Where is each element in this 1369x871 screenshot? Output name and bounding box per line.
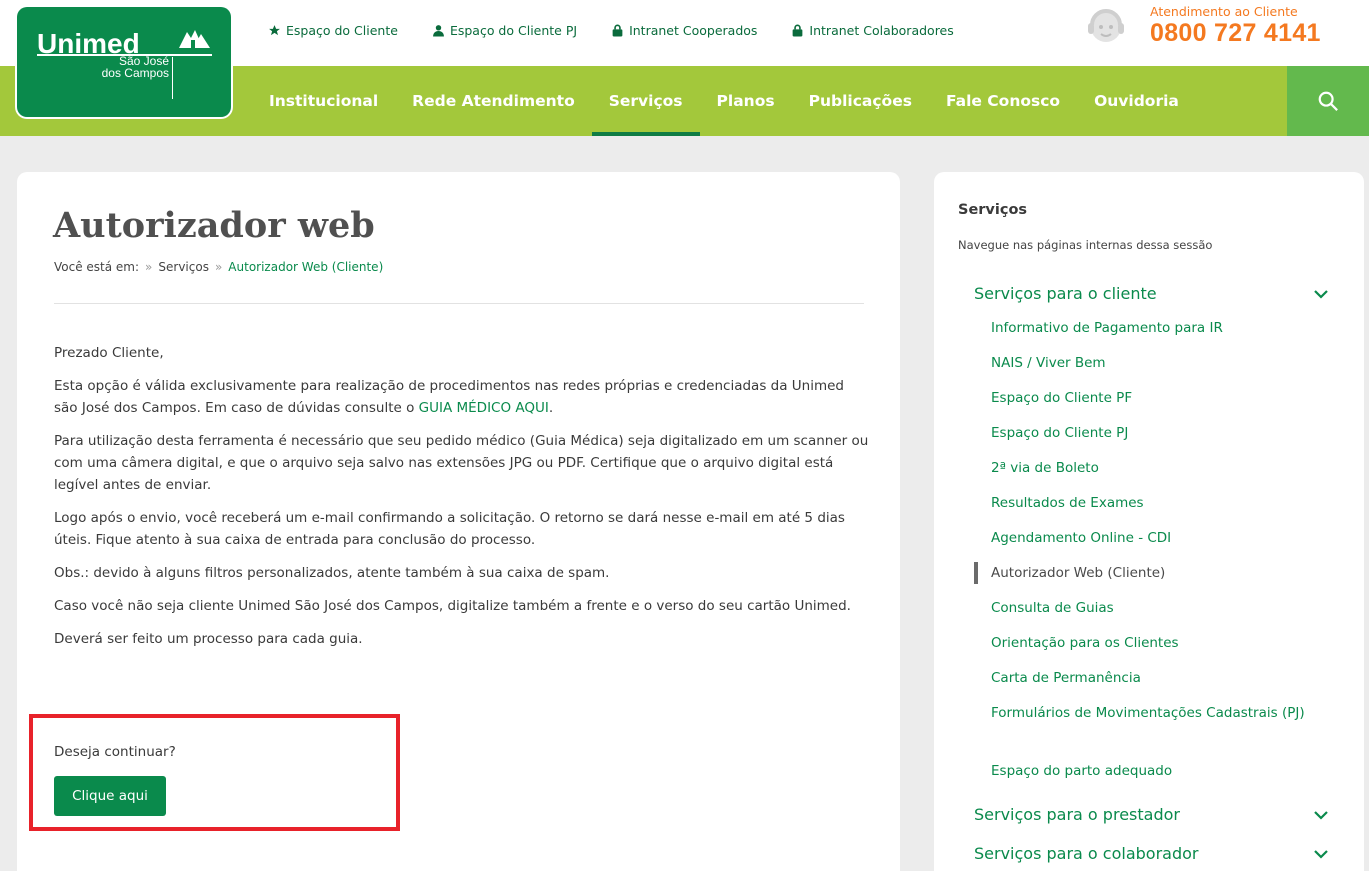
sidebar-item-2via-boleto[interactable]: 2ª via de Boleto [974, 457, 1314, 479]
greeting-paragraph: Prezado Cliente, [54, 345, 164, 361]
spam-note-paragraph: Obs.: devido à alguns filtros personaliz… [54, 565, 610, 581]
toplink-espaco-cliente[interactable]: Espaço do Cliente [268, 23, 398, 38]
validity-end: . [548, 400, 554, 416]
one-process-paragraph: Deverá ser feito um processo para cada g… [54, 631, 363, 647]
section-label: Serviços para o colaborador [974, 844, 1199, 863]
nav-rede-atendimento[interactable]: Rede Atendimento [395, 66, 592, 136]
support-agent-icon [1088, 9, 1124, 42]
nav-publicacoes[interactable]: Publicações [792, 66, 929, 136]
page-title: Autorizador web [53, 205, 375, 246]
toplink-espaco-cliente-pj[interactable]: Espaço do Cliente PJ [432, 23, 577, 38]
logo-subtitle: São José dos Campos [37, 55, 169, 79]
chevron-down-icon [1314, 810, 1328, 820]
sidebar-item-orientacao-clientes[interactable]: Orientação para os Clientes [974, 632, 1314, 654]
sidebar-item-formularios-pj[interactable]: Formulários de Movimentações Cadastrais … [974, 702, 1314, 724]
logo-separator [172, 57, 173, 99]
sidebar-item-autorizador-web[interactable]: Autorizador Web (Cliente) [974, 562, 1314, 584]
nav-ouvidoria[interactable]: Ouvidoria [1077, 66, 1196, 136]
lock-icon [612, 24, 623, 37]
main-content-card: Autorizador web Você está em: » Serviços… [17, 172, 900, 871]
toplink-intranet-colaboradores[interactable]: Intranet Colaboradores [791, 23, 954, 38]
sidebar-item-agendamento-cdi[interactable]: Agendamento Online - CDI [974, 527, 1314, 549]
toplink-label: Intranet Cooperados [629, 23, 758, 38]
chevron-down-icon [1314, 289, 1328, 299]
breadcrumb-item-current[interactable]: Autorizador Web (Cliente) [228, 260, 383, 274]
validity-paragraph: Esta opção é válida exclusivamente para … [54, 375, 869, 419]
non-client-paragraph: Caso você não seja cliente Unimed São Jo… [54, 598, 851, 614]
toplink-label: Intranet Colaboradores [809, 23, 954, 38]
customer-support[interactable]: Atendimento ao Cliente 0800 727 4141 [1084, 0, 1369, 66]
logo-subtitle-line2: dos Campos [101, 66, 169, 80]
instructions-paragraph: Para utilização desta ferramenta é neces… [54, 433, 869, 493]
sidebar-item-espaco-cliente-pj[interactable]: Espaço do Cliente PJ [974, 422, 1314, 444]
section-label: Serviços para o prestador [974, 805, 1180, 824]
sidebar-item-espaco-cliente-pf[interactable]: Espaço do Cliente PF [974, 387, 1314, 409]
continue-question: Deseja continuar? [54, 744, 176, 760]
nav-institucional[interactable]: Institucional [252, 66, 395, 136]
nav-fale-conosco[interactable]: Fale Conosco [929, 66, 1077, 136]
user-icon [433, 25, 444, 37]
search-icon [1318, 91, 1338, 111]
sidebar-item-consulta-guias[interactable]: Consulta de Guias [974, 597, 1314, 619]
sidebar-item-nais-viver-bem[interactable]: NAIS / Viver Bem [974, 352, 1314, 374]
toplink-label: Espaço do Cliente [286, 23, 398, 38]
star-icon [269, 25, 280, 36]
toplink-label: Espaço do Cliente PJ [449, 23, 578, 38]
support-label: Atendimento ao Cliente [1150, 4, 1298, 19]
breadcrumb-separator: » [214, 260, 223, 274]
page-content: Prezado Cliente, Esta opção é válida exc… [54, 342, 869, 661]
top-links: Espaço do Cliente Espaço do Cliente PJ I… [268, 23, 954, 38]
search-button[interactable] [1287, 66, 1369, 136]
breadcrumb-item-servicos[interactable]: Serviços [158, 260, 209, 274]
nav-items: Institucional Rede Atendimento Serviços … [252, 66, 1196, 136]
sidebar-item-resultados-exames[interactable]: Resultados de Exames [974, 492, 1314, 514]
lock-icon [793, 24, 803, 37]
support-phone[interactable]: 0800 727 4141 [1150, 19, 1321, 48]
sidebar-card: Serviços Navegue nas páginas internas de… [934, 172, 1364, 871]
email-paragraph: Logo após o envio, você receberá um e-ma… [54, 510, 845, 548]
unimed-logo[interactable]: Unimed São José dos Campos [17, 7, 231, 117]
section-label: Serviços para o cliente [974, 284, 1157, 303]
section-servicos-cliente[interactable]: Serviços para o cliente [974, 284, 1329, 303]
toplink-intranet-cooperados[interactable]: Intranet Cooperados [611, 23, 757, 38]
unimed-trees-icon [179, 30, 210, 48]
sidebar-subtitle: Navegue nas páginas internas dessa sessã… [958, 238, 1213, 252]
sidebar-item-carta-permanencia[interactable]: Carta de Permanência [974, 667, 1314, 689]
breadcrumb-prefix: Você está em: [54, 260, 140, 274]
section-servicos-prestador[interactable]: Serviços para o prestador [974, 805, 1329, 824]
nav-planos[interactable]: Planos [700, 66, 792, 136]
sidebar-item-parto-adequado[interactable]: Espaço do parto adequado [974, 760, 1314, 782]
nav-servicos[interactable]: Serviços [591, 66, 700, 136]
breadcrumb-separator: » [145, 260, 153, 274]
breadcrumb: Você está em: » Serviços » Autorizador W… [54, 260, 383, 274]
section-servicos-colaborador[interactable]: Serviços para o colaborador [974, 844, 1329, 863]
title-divider [54, 303, 864, 304]
sidebar-item-informativo-ir[interactable]: Informativo de Pagamento para IR [974, 317, 1314, 339]
chevron-down-icon [1314, 849, 1328, 859]
guia-medico-link[interactable]: GUIA MÉDICO AQUI [419, 400, 549, 416]
clique-aqui-button[interactable]: Clique aqui [54, 776, 166, 816]
sidebar-title: Serviços [958, 202, 1028, 218]
